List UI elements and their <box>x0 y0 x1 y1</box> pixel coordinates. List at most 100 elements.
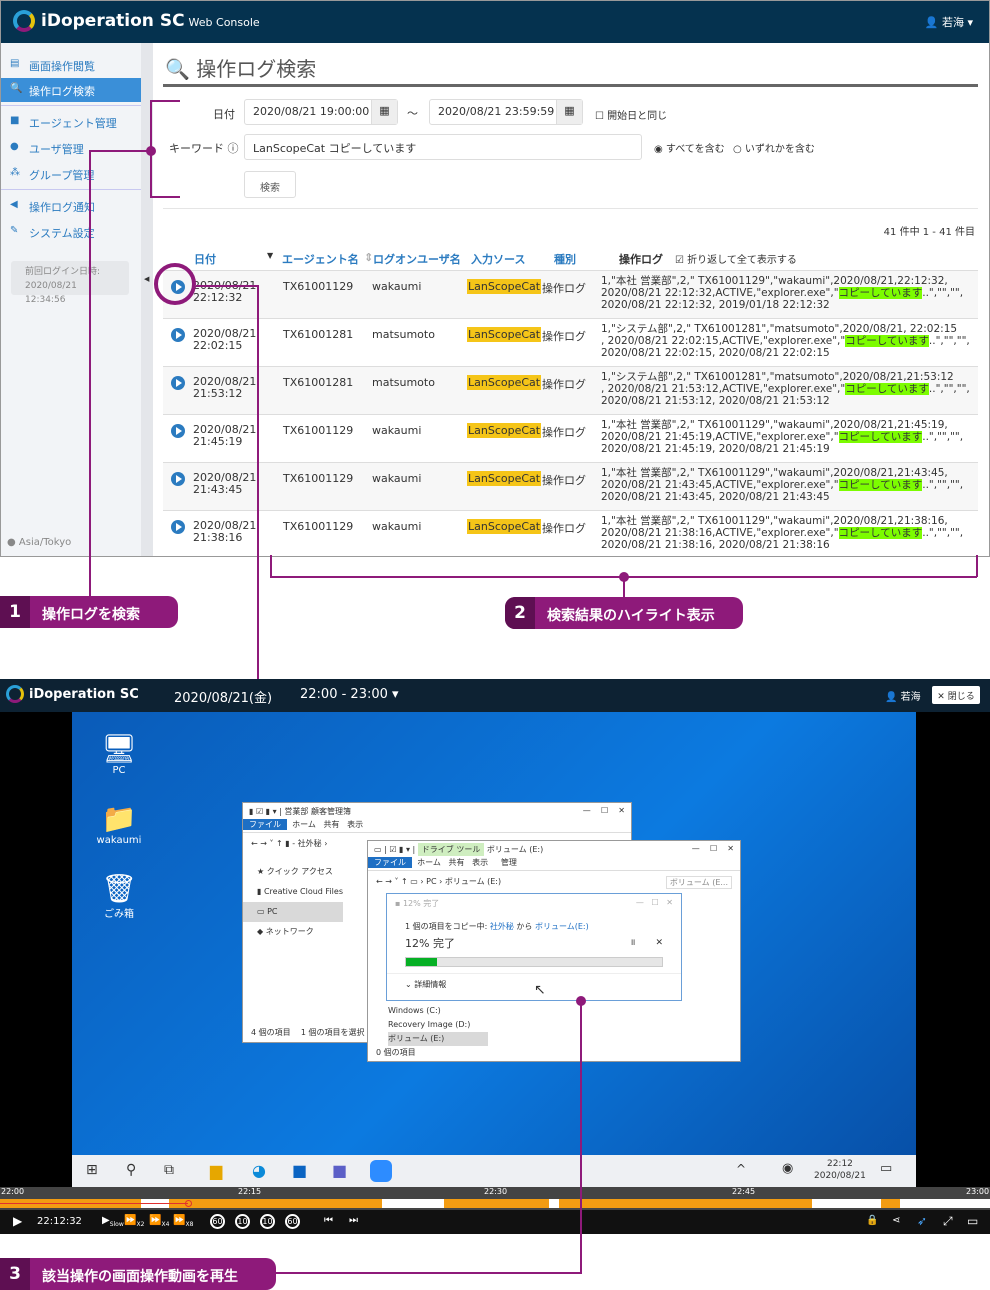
speed-slow-button[interactable]: ▶Slow <box>102 1215 124 1228</box>
same-as-start-checkbox[interactable]: ☐ 開始日と同じ <box>595 107 667 122</box>
calendar-icon[interactable]: ▦ <box>556 100 582 124</box>
speed-x2-button[interactable]: ⏩X2 <box>124 1215 144 1228</box>
outlook-icon[interactable]: ■ <box>292 1161 307 1180</box>
search-box[interactable]: ボリューム (E... <box>665 876 732 889</box>
sort-icon[interactable]: ⇕ <box>364 251 373 264</box>
play-video-icon[interactable] <box>171 472 185 486</box>
speed-x8-button[interactable]: ⏩X8 <box>173 1215 193 1228</box>
nav-pc[interactable]: ▭ PC <box>243 902 343 922</box>
timeline[interactable]: 22:00 22:15 22:30 22:45 23:00 <box>0 1187 990 1210</box>
windows-start-icon[interactable]: ⊞ <box>86 1162 98 1178</box>
play-video-icon[interactable] <box>171 424 185 438</box>
col-type[interactable]: 種別 <box>554 251 576 267</box>
col-user[interactable]: ログオンユーザ名 <box>373 251 461 267</box>
forward-10-button[interactable]: 10 <box>260 1214 275 1229</box>
drive-item[interactable]: Recovery Image (D:) <box>388 1018 488 1032</box>
sidebar-item-log-notify[interactable]: ◀ 操作ログ通知 <box>1 194 141 218</box>
ribbon-tab[interactable]: 共有 <box>324 820 340 829</box>
brand[interactable]: iDoperation SC Web Console <box>41 11 260 31</box>
close-button[interactable]: ✕ 閉じる <box>932 686 980 704</box>
table-row[interactable]: 2020/08/21 22:02:15 TX61001281 matsumoto … <box>163 318 978 366</box>
sidebar-item-groups[interactable]: ⁂ グループ管理 <box>1 162 141 186</box>
wrap-checkbox[interactable]: ☑ 折り返して全て表示する <box>675 251 797 266</box>
date-to-field[interactable]: 2020/08/21 23:59:59 ▦ <box>429 99 583 125</box>
search-button[interactable]: 検索 <box>244 171 296 198</box>
playhead-handle[interactable] <box>185 1200 192 1207</box>
speed-x4-button[interactable]: ⏩X4 <box>149 1215 169 1228</box>
sidebar-item-screen-view[interactable]: ▤ 画面操作閲覧 <box>1 53 141 77</box>
cell-date: 2020/08/21 21:53:12 <box>193 376 256 400</box>
notification-icon[interactable]: ▭ <box>880 1161 892 1176</box>
search-icon[interactable]: ⚲ <box>126 1162 136 1178</box>
desktop-icon-user[interactable]: 📁 wakaumi <box>89 802 149 846</box>
zoom-icon[interactable] <box>370 1160 392 1182</box>
ribbon-tab[interactable]: 表示 <box>472 858 488 867</box>
rocket-icon[interactable]: ➶ <box>917 1214 927 1228</box>
callout-number: 3 <box>0 1258 30 1290</box>
sidebar-item-log-search[interactable]: 🔍 操作ログ検索 <box>1 78 141 102</box>
tray-clock[interactable]: 22:12 2020/08/21 <box>814 1158 866 1182</box>
play-icon[interactable]: ▶ <box>13 1214 22 1228</box>
table-row[interactable]: 2020/08/21 21:53:12 TX61001281 matsumoto … <box>163 366 978 414</box>
time-range-dropdown[interactable]: 22:00 - 23:00 ▾ <box>300 687 399 702</box>
drive-item[interactable]: Windows (C:) <box>388 1004 488 1018</box>
clock-time: 22:12 <box>826 1159 853 1169</box>
table-row[interactable]: 2020/08/21 21:38:16 TX61001129 wakaumi La… <box>163 510 978 556</box>
player-date[interactable]: 2020/08/21(金) <box>174 687 272 706</box>
callout-text: 操作ログを検索 <box>42 607 140 623</box>
sidebar-item-settings[interactable]: ✎ システム設定 <box>1 220 141 244</box>
drive-item[interactable]: ボリューム (E:) <box>388 1032 488 1046</box>
match-any-radio[interactable]: ○ いずれかを含む <box>733 140 815 155</box>
desktop-icon-pc[interactable]: 🖥 PC <box>89 732 149 776</box>
webcam-icon[interactable]: ◉ <box>782 1161 793 1176</box>
play-video-icon[interactable] <box>171 376 185 390</box>
dest-link[interactable]: ボリューム(E:) <box>535 922 589 931</box>
ribbon-tab[interactable]: 共有 <box>449 858 465 867</box>
keyword-input[interactable]: LanScopeCat コピーしています <box>244 134 642 160</box>
ribbon-tab[interactable]: 管理 <box>501 858 517 867</box>
desktop-icon-recycle[interactable]: 🗑 ごみ箱 <box>89 872 149 920</box>
rewind-60-button[interactable]: 60 <box>210 1214 225 1229</box>
calendar-icon[interactable]: ▦ <box>371 100 397 124</box>
play-video-icon[interactable] <box>171 328 185 342</box>
address-bar[interactable]: ← → ˅ ↑ ▭ › PC › ボリューム (E:) ボリューム (E... <box>368 871 740 892</box>
col-source[interactable]: 入力ソース <box>471 251 525 267</box>
source-link[interactable]: 社外秘 <box>490 922 514 931</box>
date-from-field[interactable]: 2020/08/21 19:00:00 ▦ <box>244 99 398 125</box>
ribbon-tab[interactable]: ファイル <box>243 819 287 830</box>
lock-icon[interactable]: 🔒 <box>866 1215 878 1226</box>
ribbon-tab[interactable]: ホーム <box>417 858 441 867</box>
teams-icon[interactable]: ■ <box>332 1161 347 1180</box>
prev-icon[interactable]: ⏮ <box>324 1215 333 1226</box>
tool-tab[interactable]: ドライブ ツール <box>417 843 485 856</box>
forward-60-button[interactable]: 60 <box>285 1214 300 1229</box>
user-menu[interactable]: 👤 若海 ▾ <box>925 14 973 30</box>
cell-source: LanScopeCat <box>467 327 542 342</box>
nav-label: 操作ログ検索 <box>29 85 95 98</box>
play-video-icon[interactable] <box>171 520 185 534</box>
video-player: iDoperation SC 2020/08/21(金) 22:00 - 23:… <box>0 679 990 1234</box>
sidebar-item-agents[interactable]: ■ エージェント管理 <box>1 110 141 134</box>
next-icon[interactable]: ⏭ <box>349 1215 358 1226</box>
edge-icon[interactable]: ◕ <box>252 1161 266 1180</box>
ribbon-tab[interactable]: ホーム <box>292 820 316 829</box>
col-date[interactable]: 日付 <box>194 251 216 267</box>
sort-desc-icon[interactable]: ▼ <box>267 251 273 260</box>
ribbon-tab[interactable]: 表示 <box>347 820 363 829</box>
info-icon[interactable]: ⓘ <box>228 142 239 155</box>
rewind-10-button[interactable]: 10 <box>235 1214 250 1229</box>
table-row[interactable]: 2020/08/21 22:12:32 TX61001129 wakaumi La… <box>163 270 978 318</box>
table-row[interactable]: 2020/08/21 21:43:45 TX61001129 wakaumi La… <box>163 462 978 510</box>
ribbon-tab[interactable]: ファイル <box>368 857 412 868</box>
fullscreen-icon[interactable]: ⤢ <box>943 1214 953 1229</box>
player-controls: ▶ 22:12:32 ▶Slow ⏩X2 ⏩X4 ⏩X8 60 10 10 60… <box>0 1210 990 1234</box>
file-explorer-icon[interactable]: ▆ <box>210 1161 222 1180</box>
col-agent[interactable]: エージェント名 <box>282 251 359 267</box>
match-all-radio[interactable]: ◉ すべてを含む <box>654 140 725 155</box>
tray-chevron-icon[interactable]: ^ <box>736 1162 746 1176</box>
task-view-icon[interactable]: ⧉ <box>164 1162 174 1178</box>
comment-icon[interactable]: ▭ <box>967 1214 978 1228</box>
share-icon[interactable]: ⋖ <box>892 1215 900 1226</box>
sidebar-item-users[interactable]: ● ユーザ管理 <box>1 136 141 160</box>
table-row[interactable]: 2020/08/21 21:45:19 TX61001129 wakaumi La… <box>163 414 978 462</box>
